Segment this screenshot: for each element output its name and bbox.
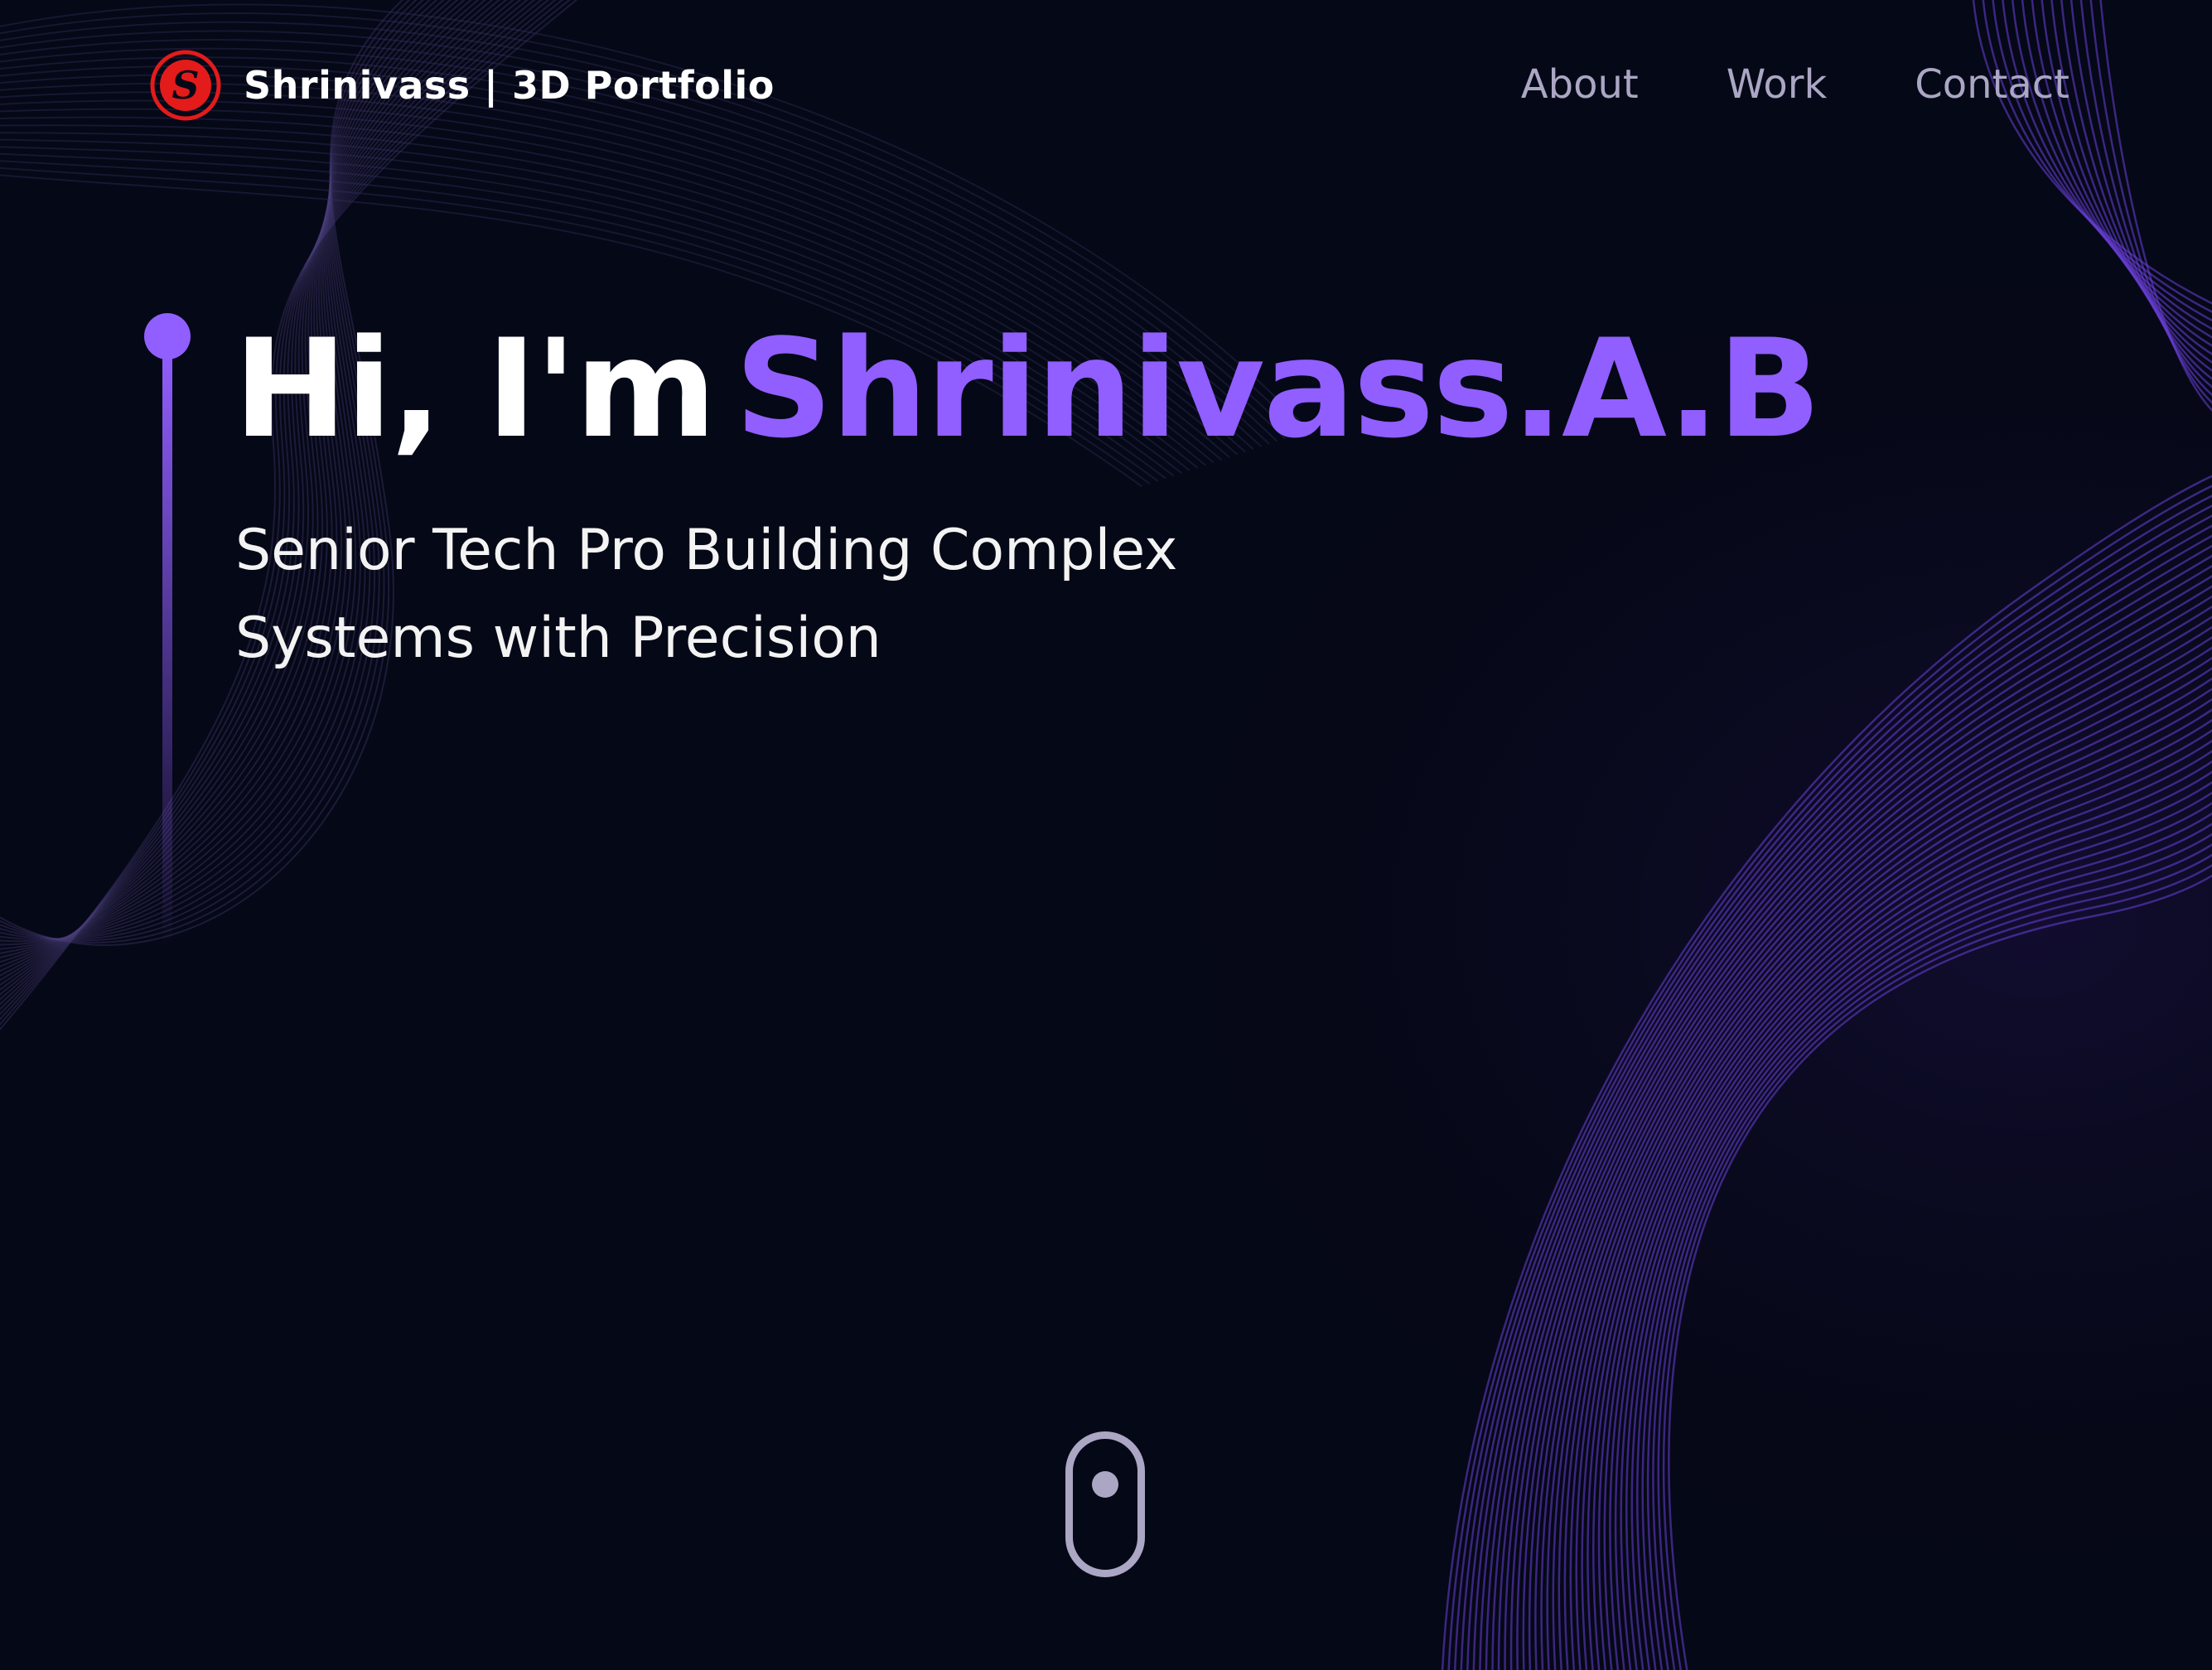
hero-name: Shrinivass.A.B [734,310,1821,468]
brand-text: Shrinivass | 3D Portfolio [244,63,775,108]
nav-link-work[interactable]: Work [1727,61,1828,108]
logo-letter: S [171,63,199,108]
navbar: S Shrinivass | 3D Portfolio About Work C… [0,0,2212,170]
hero-subtitle: Senior Tech Pro Building Complex Systems… [235,507,1177,683]
hero-greeting: Hi, I'm [234,310,717,468]
mouse-body [1065,1431,1145,1577]
hero-accent-line [162,351,172,948]
hero-subtitle-line1: Senior Tech Pro Building Complex [235,518,1178,583]
s-logo-icon: S [150,50,221,121]
mouse-scroll-icon[interactable] [1065,1431,1145,1577]
nav-link-about[interactable]: About [1521,61,1639,108]
hero-section: Hi, I'm Shrinivass.A.B Senior Tech Pro Bu… [0,0,2212,1670]
hero-title: Hi, I'm Shrinivass.A.B [234,306,1821,472]
hero-subtitle-line2: Systems with Precision [235,606,881,671]
nav-link-contact[interactable]: Contact [1915,61,2070,108]
brand-link[interactable]: S Shrinivass | 3D Portfolio [149,48,775,123]
nav-links: About Work Contact [1521,51,2070,118]
portfolio-page: S Shrinivass | 3D Portfolio About Work C… [0,0,2212,1670]
mouse-wheel-dot [1092,1471,1118,1498]
